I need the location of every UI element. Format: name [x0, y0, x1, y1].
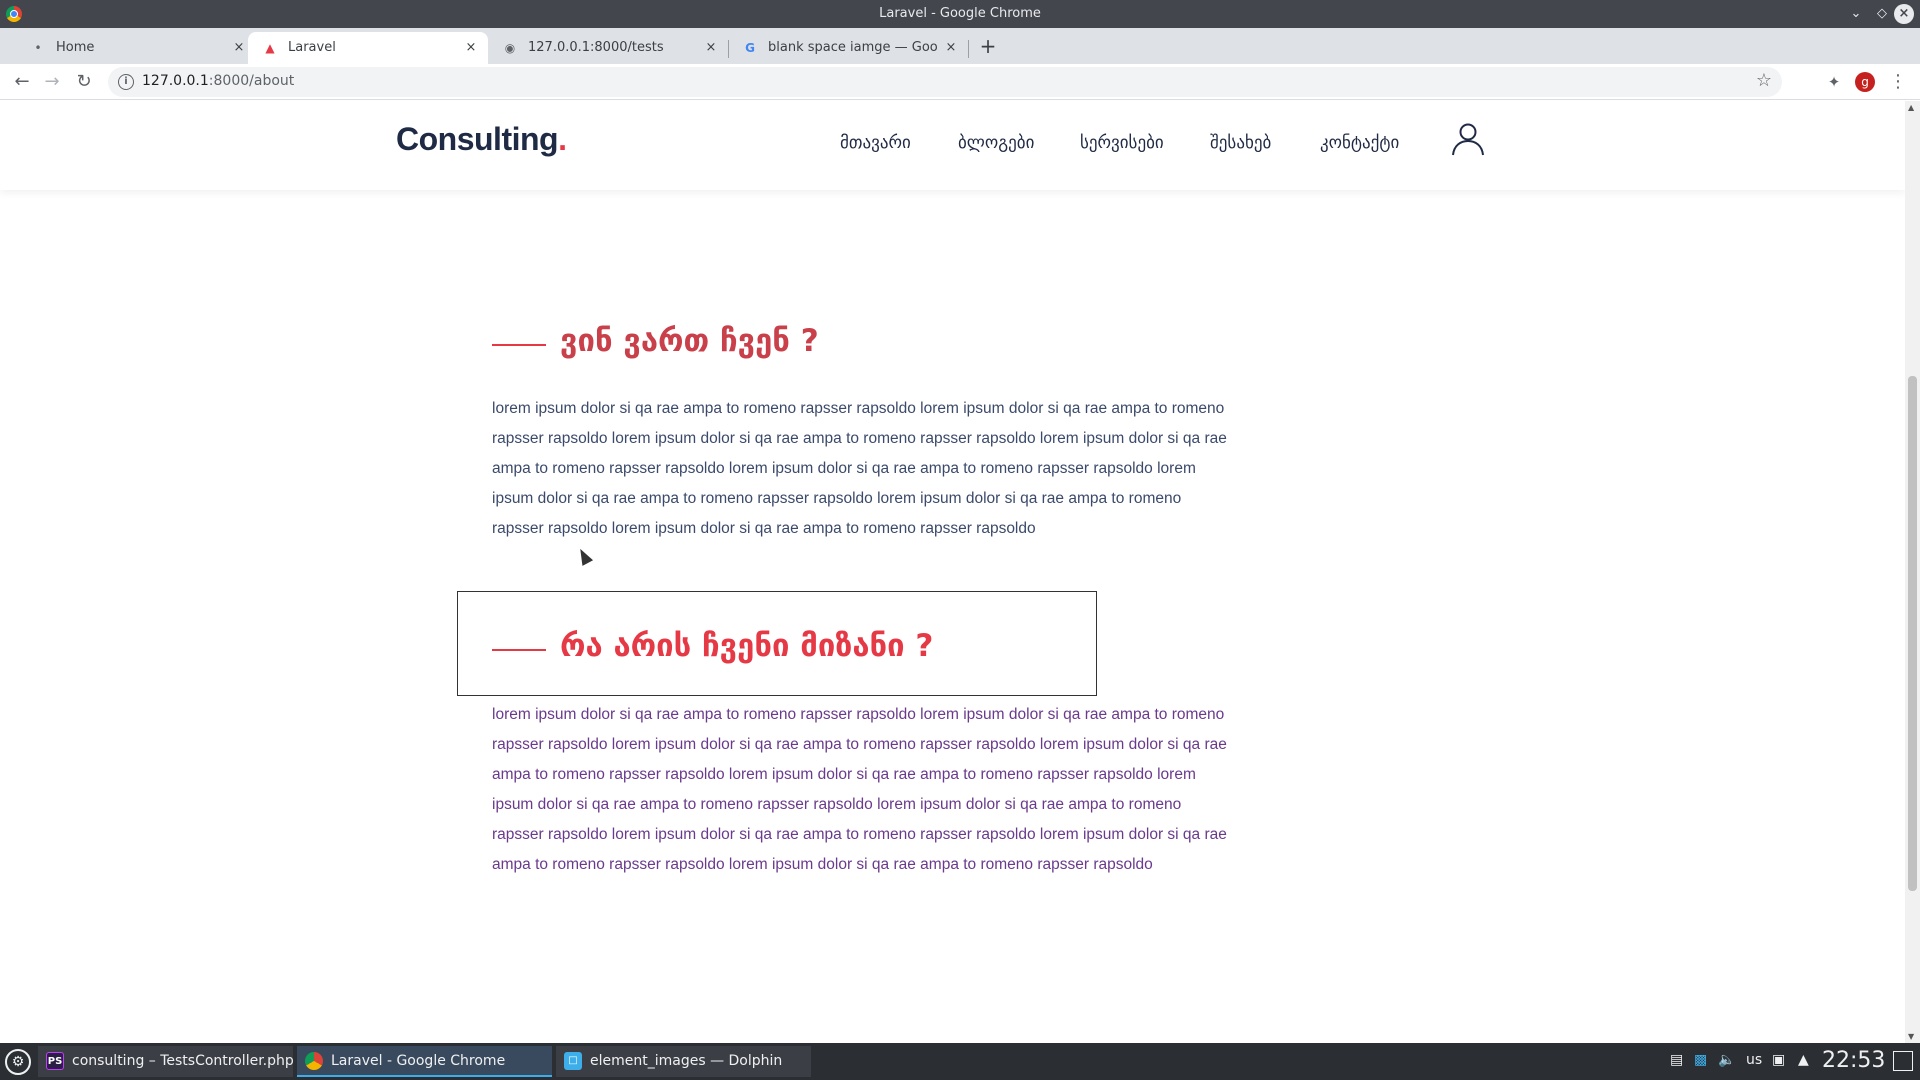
- maximize-icon[interactable]: ◇: [1872, 4, 1892, 24]
- more-menu-icon[interactable]: ⋮: [1886, 70, 1910, 94]
- task-chrome[interactable]: Laravel - Google Chrome: [297, 1046, 552, 1077]
- application-launcher-icon[interactable]: ⚙: [5, 1049, 31, 1075]
- globe-icon: ◉: [504, 41, 516, 55]
- notifications-icon[interactable]: ▩: [1694, 1052, 1707, 1068]
- forward-icon[interactable]: →: [40, 70, 64, 94]
- close-tab-icon[interactable]: ×: [702, 39, 720, 57]
- page-icon: •: [34, 41, 42, 55]
- bookmark-star-icon[interactable]: ☆: [1756, 70, 1772, 91]
- scroll-up-icon[interactable]: ▲: [1908, 103, 1914, 112]
- tab-google-search[interactable]: G blank space iamge — Google ×: [728, 32, 969, 64]
- reload-icon[interactable]: ↻: [72, 70, 96, 94]
- clock[interactable]: 22:53: [1822, 1048, 1885, 1073]
- folder-icon: □: [564, 1052, 582, 1070]
- laravel-icon: ▲: [265, 41, 275, 55]
- logo-dot: .: [558, 121, 567, 157]
- nav-item-contact[interactable]: კონტაქტი: [1320, 133, 1399, 153]
- section-title: ვინ ვართ ჩვენ ?: [560, 323, 819, 359]
- tab-tests[interactable]: ◉ 127.0.0.1:8000/tests ×: [488, 32, 729, 64]
- task-label: Laravel - Google Chrome: [331, 1053, 506, 1069]
- url-path: :8000/about: [208, 73, 295, 89]
- scrollbar-thumb[interactable]: [1908, 376, 1917, 891]
- logo-text: Consulting: [396, 121, 559, 157]
- phpstorm-icon: PS: [46, 1052, 64, 1070]
- tab-separator: [968, 40, 969, 58]
- section-our-goal-heading: რა არის ჩვენი მიზანი ?: [492, 628, 1232, 668]
- nav-item-blogs[interactable]: ბლოგები: [958, 133, 1034, 153]
- tab-strip: • Home × ▲ Laravel × ◉ 127.0.0.1:8000/te…: [0, 28, 1920, 64]
- keyboard-layout[interactable]: us: [1746, 1052, 1762, 1068]
- user-account-icon[interactable]: [1450, 121, 1486, 157]
- close-tab-icon[interactable]: ×: [230, 39, 248, 57]
- nav-item-about[interactable]: შესახებ: [1210, 133, 1271, 153]
- clipboard-icon[interactable]: ▤: [1670, 1052, 1683, 1068]
- scroll-down-icon[interactable]: ▼: [1908, 1032, 1914, 1041]
- section-title: რა არის ჩვენი მიზანი ?: [560, 628, 934, 664]
- profile-avatar[interactable]: g: [1855, 72, 1875, 92]
- tab-label: 127.0.0.1:8000/tests: [528, 40, 664, 55]
- extensions-icon[interactable]: ✦: [1822, 70, 1846, 94]
- chrome-icon: [305, 1052, 323, 1070]
- close-tab-icon[interactable]: ×: [942, 39, 960, 57]
- close-window-icon[interactable]: ×: [1894, 4, 1914, 24]
- close-tab-icon[interactable]: ×: [462, 39, 480, 57]
- show-desktop-button[interactable]: [1893, 1051, 1913, 1071]
- window-title: Laravel - Google Chrome: [879, 6, 1041, 21]
- volume-icon[interactable]: 🔈: [1718, 1052, 1735, 1068]
- url-host: 127.0.0.1: [142, 73, 209, 89]
- address-bar[interactable]: i 127.0.0.1:8000/about ☆: [108, 67, 1782, 97]
- task-label: consulting – TestsController.php: [72, 1053, 294, 1069]
- site-info-icon[interactable]: i: [118, 74, 134, 90]
- tab-home[interactable]: • Home ×: [16, 32, 257, 64]
- new-tab-button[interactable]: +: [976, 34, 1000, 58]
- tab-label: Laravel: [288, 40, 336, 55]
- tray-expand-icon[interactable]: ▲: [1798, 1052, 1809, 1068]
- page-scrollbar[interactable]: ▲ ▼: [1905, 101, 1920, 1043]
- mouse-cursor-icon: [574, 546, 594, 566]
- heading-accent-line: [492, 649, 546, 651]
- address-url[interactable]: 127.0.0.1:8000/about: [142, 73, 294, 89]
- window-titlebar: Laravel - Google Chrome ⌄ ◇ ×: [0, 0, 1920, 28]
- section-who-we-are-heading: ვინ ვართ ჩვენ ?: [492, 323, 1232, 363]
- tab-label: Home: [56, 40, 95, 55]
- browser-toolbar: ← → ↻ i 127.0.0.1:8000/about ☆ ✦ g ⋮: [0, 64, 1920, 100]
- google-icon: G: [745, 41, 755, 55]
- tab-label: blank space iamge — Google: [768, 40, 938, 55]
- task-dolphin[interactable]: □ element_images — Dolphin: [556, 1046, 811, 1077]
- section-our-goal-text: lorem ipsum dolor si qa rae ampa to rome…: [492, 706, 1227, 873]
- minimize-icon[interactable]: ⌄: [1846, 4, 1866, 24]
- section-who-we-are-text: lorem ipsum dolor si qa rae ampa to rome…: [492, 400, 1227, 537]
- nav-item-services[interactable]: სერვისები: [1080, 133, 1164, 153]
- site-logo[interactable]: Consulting.: [396, 121, 567, 158]
- tab-laravel[interactable]: ▲ Laravel ×: [248, 32, 488, 64]
- site-header: Consulting. მთავარი ბლოგები სერვისები შე…: [0, 101, 1905, 190]
- heading-accent-line: [492, 344, 546, 346]
- nav-item-home[interactable]: მთავარი: [840, 133, 911, 153]
- page-viewport: Consulting. მთავარი ბლოგები სერვისები შე…: [0, 101, 1920, 1043]
- os-taskbar: ⚙ PS consulting – TestsController.php La…: [0, 1043, 1920, 1080]
- network-icon[interactable]: ▣: [1772, 1052, 1785, 1068]
- back-icon[interactable]: ←: [10, 70, 34, 94]
- task-label: element_images — Dolphin: [590, 1053, 783, 1069]
- task-phpstorm[interactable]: PS consulting – TestsController.php: [38, 1046, 294, 1077]
